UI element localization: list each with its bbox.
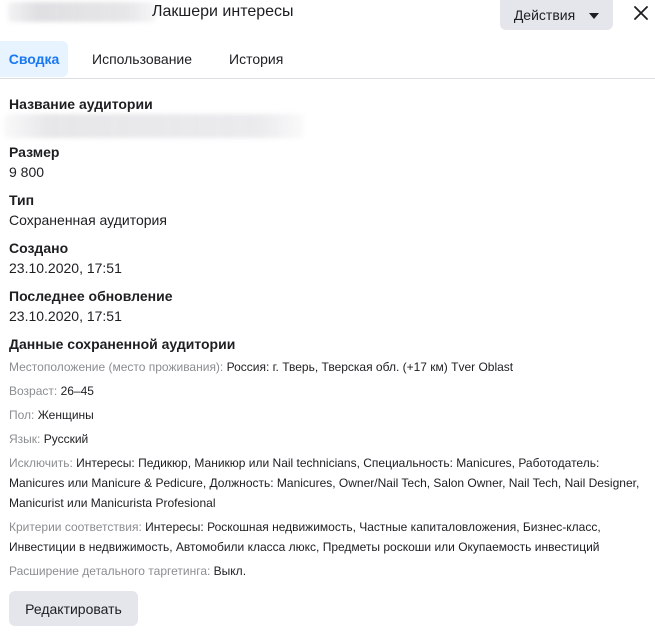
actions-button[interactable]: Действия [500,0,613,30]
size-label: Размер [9,144,60,160]
dialog-header: Лакшери интересы Действия [0,0,655,36]
type-value: Сохраненная аудитория [9,212,167,228]
language-value: Русский [43,432,89,446]
gender-value: Женщины [37,408,94,422]
tab-summary[interactable]: Сводка [0,41,68,77]
redacted-audience-name [4,114,304,138]
size-value: 9 800 [9,164,45,180]
exclude-value: Интересы: Педикюр, Маникюр или Nail tech… [9,456,640,510]
age-value: 26–45 [60,384,94,398]
tab-usage[interactable]: Использование [92,41,192,77]
language-row: Язык: Русский [9,429,644,449]
language-key: Язык: [9,432,41,446]
age-row: Возраст: 26–45 [9,381,644,401]
audience-title: Лакшери интересы [152,3,294,20]
type-label: Тип [9,192,35,208]
actions-label: Действия [513,7,576,23]
location-key: Местоположение (место проживания): [9,360,224,374]
close-button[interactable] [628,0,654,26]
exclude-key: Исключить: [9,456,73,470]
expansion-row: Расширение детального таргетинга: Выкл. [9,561,644,581]
created-label: Создано [9,240,69,256]
updated-label: Последнее обновление [9,288,173,304]
expansion-key: Расширение детального таргетинга: [9,564,211,578]
criteria-key: Критерии соответствия: [9,520,142,534]
location-value: Россия: г. Тверь, Тверская обл. (+17 км)… [226,360,514,374]
location-row: Местоположение (место проживания): Росси… [9,357,644,377]
edit-button[interactable]: Редактировать [9,591,138,626]
tab-bar: Сводка Использование История [0,41,655,79]
expansion-value: Выкл. [213,564,247,578]
criteria-row: Критерии соответствия: Интересы: Роскошн… [9,517,644,557]
close-icon [634,6,648,20]
gender-row: Пол: Женщины [9,405,644,425]
caret-down-icon [589,13,600,19]
updated-value: 23.10.2020, 17:51 [9,308,122,324]
age-key: Возраст: [9,384,58,398]
redacted-title-prefix [8,2,156,22]
audience-name-label: Название аудитории [9,96,153,112]
tab-history[interactable]: История [229,41,283,77]
created-value: 23.10.2020, 17:51 [9,260,122,276]
saved-audience-data-label: Данные сохраненной аудитории [9,336,236,352]
gender-key: Пол: [9,408,35,422]
exclude-row: Исключить: Интересы: Педикюр, Маникюр ил… [9,453,644,513]
